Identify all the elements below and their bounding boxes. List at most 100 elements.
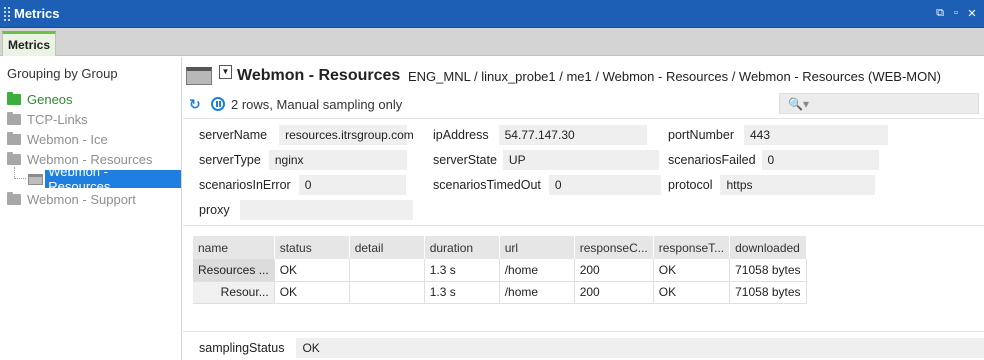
headline-value bbox=[239, 200, 413, 220]
headline-value: UP bbox=[502, 150, 659, 170]
headline-servername: serverName resources.itrsgroup.com bbox=[199, 125, 414, 145]
headline-protocol: protocol https bbox=[668, 175, 876, 195]
folder-icon bbox=[7, 151, 21, 165]
cell-detail[interactable] bbox=[349, 281, 425, 304]
folder-icon bbox=[7, 111, 21, 125]
tab-metrics[interactable]: Metrics bbox=[2, 31, 56, 56]
headline-label: scenariosInError bbox=[199, 178, 291, 192]
cell-name[interactable]: Resources ... bbox=[193, 259, 275, 282]
close-window-icon[interactable]: ✕ bbox=[966, 7, 978, 20]
column-header-responsecode[interactable]: responseC... bbox=[574, 236, 654, 259]
search-input[interactable]: 🔍▾ bbox=[779, 93, 979, 114]
cell-status[interactable]: OK bbox=[274, 259, 350, 282]
cell-status[interactable]: OK bbox=[274, 281, 350, 304]
window-titlebar: Metrics ⧉ ▫ ✕ bbox=[0, 0, 984, 28]
headline-value: nginx bbox=[268, 150, 407, 170]
headline-value: 0 bbox=[761, 150, 879, 170]
column-header-duration[interactable]: duration bbox=[424, 236, 500, 259]
headline-ipaddress: ipAddress 54.77.147.30 bbox=[433, 125, 647, 145]
row-count-status: 2 rows, Manual sampling only bbox=[231, 96, 403, 112]
search-icon: 🔍▾ bbox=[788, 96, 809, 111]
divider bbox=[183, 118, 984, 119]
headline-label: serverName bbox=[199, 128, 268, 142]
column-header-name[interactable]: name bbox=[193, 236, 275, 259]
column-header-responsetext[interactable]: responseT... bbox=[653, 236, 731, 259]
dataview-icon: ▼ bbox=[186, 65, 232, 87]
tree-item-label: Geneos bbox=[27, 91, 73, 107]
headline-servertype: serverType nginx bbox=[199, 150, 407, 170]
chevron-down-icon[interactable]: ▼ bbox=[219, 65, 232, 79]
headline-label: scenariosTimedOut bbox=[433, 178, 541, 192]
divider bbox=[183, 331, 984, 332]
headline-scenariostimedout: scenariosTimedOut 0 bbox=[433, 175, 661, 195]
metrics-table: name status detail duration url response… bbox=[193, 236, 807, 304]
cell-url[interactable]: /home bbox=[499, 259, 575, 282]
tree-item-webmon-resources-selected[interactable]: Webmon - Resources bbox=[28, 164, 181, 194]
tree-item-label: TCP-Links bbox=[27, 111, 88, 127]
breadcrumb: ENG_MNL / linux_probe1 / me1 / Webmon - … bbox=[408, 69, 941, 84]
headline-value: https bbox=[720, 175, 876, 195]
headline-scenariosinerror: scenariosInError 0 bbox=[199, 175, 406, 195]
tree-item-label: Webmon - Ice bbox=[27, 131, 108, 147]
folder-icon bbox=[7, 91, 21, 105]
headline-value: 0 bbox=[298, 175, 406, 195]
column-header-detail[interactable]: detail bbox=[349, 236, 425, 259]
cell-responsecode[interactable]: 200 bbox=[574, 281, 654, 304]
cell-name[interactable]: Resour... bbox=[193, 281, 275, 304]
float-window-icon[interactable]: ⧉ bbox=[934, 7, 946, 20]
headline-serverstate: serverState UP bbox=[433, 150, 659, 170]
column-header-status[interactable]: status bbox=[274, 236, 350, 259]
headline-label: ipAddress bbox=[433, 128, 489, 142]
cell-downloaded[interactable]: 71058 bytes bbox=[729, 281, 807, 304]
table-row[interactable]: Resources ... OK 1.3 s /home 200 OK 7105… bbox=[193, 259, 807, 282]
window-controls: ⧉ ▫ ✕ bbox=[934, 7, 978, 20]
headline-samplingstatus: samplingStatus OK bbox=[199, 338, 984, 358]
column-header-downloaded[interactable]: downloaded bbox=[729, 236, 807, 259]
window-icon bbox=[186, 67, 212, 85]
managed-entity-icon bbox=[28, 173, 44, 185]
pause-icon[interactable] bbox=[211, 97, 225, 111]
tree-item-geneos[interactable]: Geneos bbox=[7, 89, 73, 109]
refresh-icon[interactable]: ↻ bbox=[189, 97, 203, 111]
headline-value: 0 bbox=[548, 175, 661, 195]
table-header-row: name status detail duration url response… bbox=[193, 236, 807, 259]
tree-connector bbox=[14, 167, 26, 179]
headline-label: serverState bbox=[433, 153, 497, 167]
tree-item-webmon-ice[interactable]: Webmon - Ice bbox=[7, 129, 108, 149]
cell-responsetext[interactable]: OK bbox=[653, 281, 731, 304]
table-row[interactable]: Resour... OK 1.3 s /home 200 OK 71058 by… bbox=[193, 281, 807, 304]
divider bbox=[183, 225, 984, 226]
headline-label: portNumber bbox=[668, 128, 734, 142]
headline-label: protocol bbox=[668, 178, 713, 192]
headline-value: OK bbox=[296, 338, 984, 358]
sidebar-heading: Grouping by Group bbox=[7, 66, 118, 81]
tree-item-label: Webmon - Support bbox=[27, 191, 136, 207]
cell-url[interactable]: /home bbox=[499, 281, 575, 304]
tab-strip: Metrics bbox=[0, 28, 984, 56]
cell-detail[interactable] bbox=[349, 259, 425, 282]
tree-item-tcp-links[interactable]: TCP-Links bbox=[7, 109, 88, 129]
tree-item-webmon-support[interactable]: Webmon - Support bbox=[7, 189, 136, 209]
folder-icon bbox=[7, 191, 21, 205]
headline-label: samplingStatus bbox=[199, 341, 285, 355]
folder-icon bbox=[7, 131, 21, 145]
headline-value: 443 bbox=[744, 125, 888, 145]
drag-grip-icon[interactable] bbox=[3, 5, 11, 22]
headline-proxy: proxy bbox=[199, 200, 413, 220]
page-title: Webmon - Resources bbox=[237, 67, 401, 84]
sampling-controls: ↻ 2 rows, Manual sampling only bbox=[189, 95, 402, 113]
headline-label: serverType bbox=[199, 153, 261, 167]
maximize-window-icon[interactable]: ▫ bbox=[950, 7, 962, 20]
headline-label: proxy bbox=[199, 203, 230, 217]
dataview-panel: ▼ Webmon - Resources ENG_MNL / linux_pro… bbox=[183, 57, 984, 360]
cell-responsetext[interactable]: OK bbox=[653, 259, 731, 282]
cell-downloaded[interactable]: 71058 bytes bbox=[729, 259, 807, 282]
cell-duration[interactable]: 1.3 s bbox=[424, 259, 500, 282]
headline-value: 54.77.147.30 bbox=[498, 125, 647, 145]
cell-responsecode[interactable]: 200 bbox=[574, 259, 654, 282]
column-header-url[interactable]: url bbox=[499, 236, 575, 259]
headline-value: resources.itrsgroup.com bbox=[279, 125, 414, 145]
group-tree-sidebar: Grouping by Group Geneos TCP-Links Webmo… bbox=[0, 57, 182, 360]
headline-portnumber: portNumber 443 bbox=[668, 125, 888, 145]
cell-duration[interactable]: 1.3 s bbox=[424, 281, 500, 304]
